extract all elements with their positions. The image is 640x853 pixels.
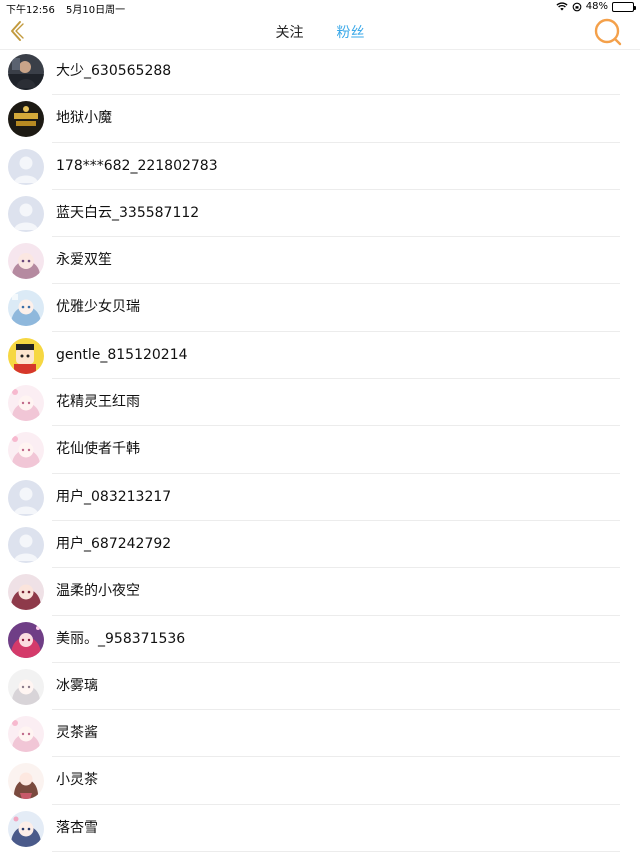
list-item[interactable]: 永爱双笙 (0, 237, 640, 285)
user-name: 蓝天白云_335587112 (56, 204, 200, 221)
tab-group: 关注 粉丝 (0, 16, 640, 50)
avatar[interactable] (8, 763, 44, 800)
avatar[interactable] (8, 290, 44, 327)
avatar[interactable] (8, 101, 44, 138)
list-item[interactable]: 优雅少女贝瑞 (0, 284, 640, 333)
avatar[interactable] (8, 810, 44, 847)
list-item[interactable]: 大少_630565288 (0, 48, 640, 96)
search-icon (593, 17, 623, 51)
user-name: 地狱小魔 (56, 110, 112, 127)
fans-list: 大少_630565288 地狱小魔 178***682_221802783 蓝天白云_… (0, 48, 640, 853)
nav-bar: 关注 粉丝 (0, 16, 640, 50)
user-name: 永爱双笙 (56, 252, 112, 269)
user-name: 小灵茶 (56, 772, 98, 789)
list-item[interactable]: 灵茶酱 (0, 710, 640, 758)
list-item[interactable]: 美丽。_958371536 (0, 616, 640, 664)
list-item[interactable]: 用户_083213217 (0, 474, 640, 522)
user-name: 冰雾璃 (56, 677, 98, 694)
user-name: 优雅少女贝瑞 (56, 299, 140, 316)
list-item[interactable]: 温柔的小夜空 (0, 568, 640, 616)
list-item[interactable]: 地狱小魔 (0, 95, 640, 143)
avatar[interactable] (8, 385, 44, 422)
user-name: 大少_630565288 (56, 63, 172, 79)
rotation-lock-icon (572, 2, 582, 12)
user-name: 花精灵王红雨 (56, 394, 140, 411)
avatar[interactable] (8, 574, 44, 611)
list-item[interactable]: 落杏雪 (0, 805, 640, 853)
status-date: 5月10日周一 (66, 5, 126, 16)
status-right: 48% (556, 1, 636, 12)
user-name: 花仙使者千韩 (56, 441, 140, 458)
user-name: 用户_083213217 (56, 488, 172, 505)
avatar[interactable] (8, 243, 44, 280)
user-name: 温柔的小夜空 (56, 583, 140, 600)
list-item[interactable]: 花仙使者千韩 (0, 426, 640, 474)
status-time: 下午12:56 (6, 5, 55, 16)
list-item[interactable]: 蓝天白云_335587112 (0, 190, 640, 238)
status-bar: 下午12:56 5月10日周一 48% (0, 0, 640, 16)
list-item[interactable]: 冰雾璃 (0, 663, 640, 711)
avatar[interactable] (8, 337, 44, 374)
avatar[interactable] (8, 148, 44, 185)
list-item[interactable]: gentle_815120214 (0, 332, 640, 380)
list-item[interactable]: 小灵茶 (0, 757, 640, 806)
list-item[interactable]: 花精灵王红雨 (0, 379, 640, 427)
avatar[interactable] (8, 479, 44, 516)
user-name: 落杏雪 (56, 819, 98, 836)
list-item[interactable]: 178***682_221802783 (0, 143, 640, 191)
user-name: 用户_687242792 (56, 535, 172, 552)
user-name: 灵茶酱 (56, 725, 98, 742)
tab-fans[interactable]: 粉丝 (337, 16, 365, 50)
avatar[interactable] (8, 716, 44, 753)
list-item[interactable]: 用户_687242792 (0, 521, 640, 569)
battery-percent: 48% (585, 1, 608, 12)
wifi-icon (556, 2, 568, 11)
avatar[interactable] (8, 195, 44, 232)
avatar[interactable] (8, 54, 44, 90)
avatar[interactable] (8, 432, 44, 469)
battery-icon (612, 1, 636, 12)
user-name: gentle_815120214 (56, 346, 188, 363)
tab-follow[interactable]: 关注 (275, 16, 303, 50)
search-button[interactable] (592, 18, 624, 50)
avatar[interactable] (8, 526, 44, 563)
status-left: 下午12:56 5月10日周一 (6, 1, 125, 16)
user-name: 美丽。_958371536 (56, 630, 186, 647)
avatar[interactable] (8, 668, 44, 705)
avatar[interactable] (8, 621, 44, 658)
user-name: 178***682_221802783 (56, 157, 218, 174)
